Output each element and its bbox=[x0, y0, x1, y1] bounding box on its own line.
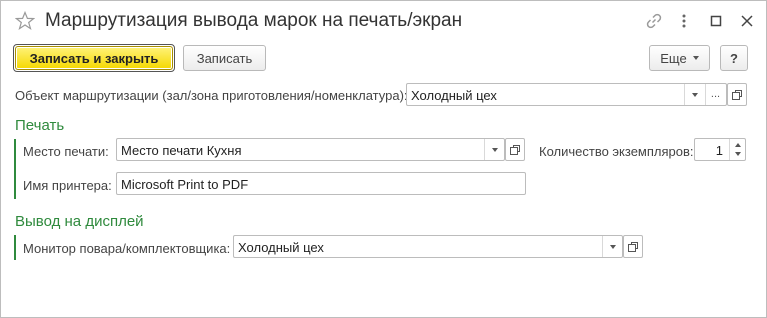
display-section-bar bbox=[14, 235, 16, 260]
form-window: Маршрутизация вывода марок на печать/экр… bbox=[0, 0, 767, 318]
routing-object-value: Холодный цех bbox=[411, 88, 497, 103]
copies-value: 1 bbox=[715, 143, 723, 158]
star-icon[interactable] bbox=[14, 10, 36, 31]
close-icon[interactable] bbox=[737, 11, 757, 31]
save-button[interactable]: Записать bbox=[183, 45, 266, 71]
routing-object-field[interactable]: Холодный цех ... bbox=[406, 83, 727, 106]
print-place-field[interactable]: Место печати Кухня bbox=[116, 138, 505, 161]
save-and-close-button[interactable]: Записать и закрыть bbox=[15, 46, 173, 70]
chevron-down-icon bbox=[692, 56, 699, 60]
open-form-icon[interactable] bbox=[727, 83, 747, 106]
copies-label: Количество экземпляров: bbox=[539, 144, 694, 159]
more-button-label: Еще bbox=[660, 50, 687, 66]
chevron-down-icon[interactable] bbox=[602, 236, 622, 257]
printer-name-field[interactable]: Microsoft Print to PDF bbox=[116, 172, 526, 195]
monitor-value: Холодный цех bbox=[238, 240, 324, 255]
copies-stepper[interactable]: 1 bbox=[694, 138, 746, 161]
print-place-label: Место печати: bbox=[23, 144, 109, 159]
print-section-title: Печать bbox=[15, 117, 65, 134]
print-place-value: Место печати Кухня bbox=[121, 143, 242, 158]
open-form-icon[interactable] bbox=[623, 235, 643, 258]
printer-name-value: Microsoft Print to PDF bbox=[121, 177, 249, 192]
help-button[interactable]: ? bbox=[720, 45, 748, 71]
monitor-field[interactable]: Холодный цех bbox=[233, 235, 623, 258]
routing-object-label: Объект маршрутизации (зал/зона приготовл… bbox=[15, 88, 408, 103]
window-title: Маршрутизация вывода марок на печать/экр… bbox=[45, 10, 463, 31]
stepper-arrows-icon[interactable] bbox=[729, 139, 745, 160]
display-section-title: Вывод на дисплей bbox=[15, 213, 144, 230]
open-form-icon[interactable] bbox=[505, 138, 525, 161]
monitor-label: Монитор повара/комплектовщика: bbox=[23, 241, 231, 256]
maximize-icon[interactable] bbox=[706, 11, 726, 31]
more-vertical-icon[interactable] bbox=[674, 11, 694, 31]
print-section-bar bbox=[14, 139, 16, 199]
chevron-down-icon[interactable] bbox=[484, 139, 504, 160]
select-more-icon[interactable]: ... bbox=[705, 84, 725, 105]
printer-name-label: Имя принтера: bbox=[23, 178, 112, 193]
more-button[interactable]: Еще bbox=[649, 45, 710, 71]
chevron-down-icon[interactable] bbox=[684, 84, 704, 105]
link-icon[interactable] bbox=[644, 11, 664, 31]
